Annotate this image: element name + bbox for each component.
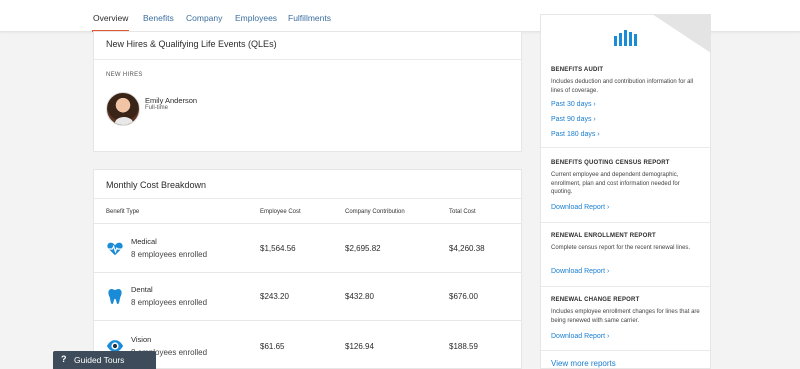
renewal-enrollment-desc: Complete census report for the recent re…: [551, 245, 691, 251]
benefit-enrolled: 8 employees enrolled: [131, 298, 208, 307]
qle-card-title: New Hires & Qualifying Life Events (QLEs…: [106, 39, 277, 49]
benefits-audit-title: BENEFITS AUDIT: [551, 67, 604, 73]
renewal-change-desc: Includes employee enrollment changes for…: [551, 309, 700, 324]
cost-title-divider: [94, 198, 521, 199]
header-company-contribution: Company Contribution: [345, 209, 405, 215]
employee-cost: $243.20: [260, 292, 289, 301]
benefit-name: Dental: [131, 285, 153, 294]
company-contribution: $432.80: [345, 292, 374, 301]
header-employee-cost: Employee Cost: [260, 209, 301, 215]
employee-cost: $61.65: [260, 342, 285, 351]
report-divider: [541, 350, 710, 351]
report-divider: [541, 222, 710, 223]
benefits-audit-desc: Includes deduction and contribution info…: [551, 79, 694, 94]
tab-employees[interactable]: Employees: [235, 13, 277, 23]
total-cost: $188.59: [449, 342, 478, 351]
company-contribution: $2,695.82: [345, 244, 381, 253]
avatar[interactable]: [106, 92, 140, 126]
report-divider: [541, 286, 710, 287]
tab-overview[interactable]: Overview: [93, 13, 128, 23]
renewal-enrollment-title: RENEWAL ENROLLMENT REPORT: [551, 233, 656, 239]
header-benefit-type: Benefit Type: [106, 209, 140, 215]
hire-name[interactable]: Emily Anderson: [145, 96, 197, 105]
header-divider: [94, 223, 521, 224]
guided-tours-button[interactable]: ? Guided Tours: [53, 351, 156, 369]
census-report-title: BENEFITS QUOTING CENSUS REPORT: [551, 160, 670, 166]
company-contribution: $126.94: [345, 342, 374, 351]
new-hires-label: NEW HIRES: [106, 72, 143, 78]
qle-card: [93, 31, 522, 152]
help-icon: ?: [61, 354, 67, 364]
total-cost: $676.00: [449, 292, 478, 301]
heart-pulse-icon: [107, 242, 123, 256]
employee-cost: $1,564.56: [260, 244, 296, 253]
qle-title-divider: [94, 59, 521, 60]
cost-card-title: Monthly Cost Breakdown: [106, 180, 207, 190]
guided-tours-label: Guided Tours: [74, 355, 125, 365]
row-divider: [94, 272, 521, 273]
tab-fulfillments[interactable]: Fulfillments: [288, 13, 331, 23]
hire-status: Full-time: [145, 105, 169, 111]
census-report-desc: Current employee and dependent demograph…: [551, 172, 680, 195]
renewal-change-download-link[interactable]: Download Report ›: [551, 333, 609, 340]
tooth-icon: [108, 289, 122, 305]
cost-breakdown-card: [93, 169, 522, 369]
header-total-cost: Total Cost: [449, 209, 476, 215]
benefit-name: Medical: [131, 237, 157, 246]
past-30-days-link[interactable]: Past 30 days ›: [551, 101, 596, 108]
tab-benefits[interactable]: Benefits: [143, 13, 174, 23]
renewal-change-title: RENEWAL CHANGE REPORT: [551, 297, 640, 303]
view-more-reports-link[interactable]: View more reports: [551, 359, 616, 368]
tab-company[interactable]: Company: [186, 13, 222, 23]
benefit-name: Vision: [131, 335, 152, 344]
row-divider: [94, 320, 521, 321]
report-divider: [541, 147, 710, 148]
benefit-enrolled: 8 employees enrolled: [131, 250, 208, 259]
past-180-days-link[interactable]: Past 180 days ›: [551, 131, 600, 138]
past-90-days-link[interactable]: Past 90 days ›: [551, 116, 596, 123]
census-download-link[interactable]: Download Report ›: [551, 204, 609, 211]
renewal-enrollment-download-link[interactable]: Download Report ›: [551, 268, 609, 275]
total-cost: $4,260.38: [449, 244, 485, 253]
